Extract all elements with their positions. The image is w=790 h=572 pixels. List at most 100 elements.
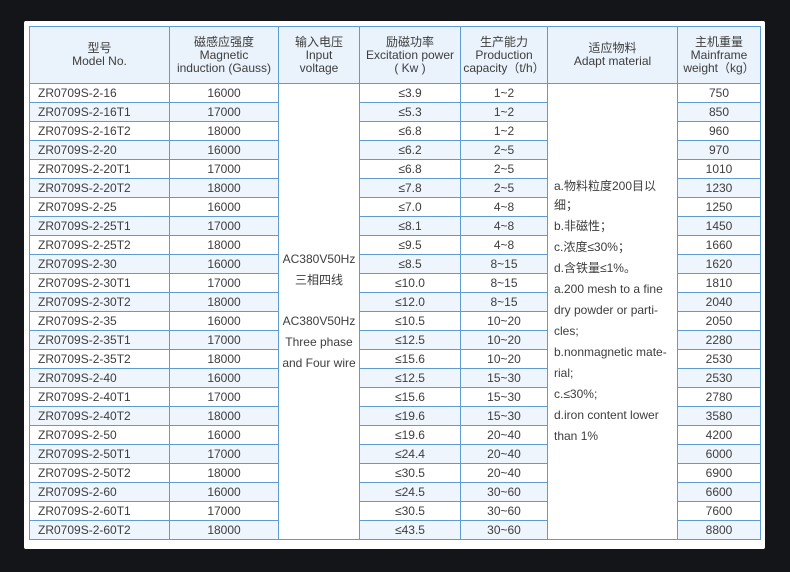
cell-weight: 2050 <box>677 311 761 331</box>
cell-weight: 8800 <box>677 520 761 540</box>
cell-model: ZR0709S-2-50T2 <box>29 463 170 483</box>
cell-capacity: 20~40 <box>460 463 548 483</box>
material-text-line: dry powder or parti- <box>554 303 659 317</box>
cell-model: ZR0709S-2-40 <box>29 368 170 388</box>
cell-capacity: 4~8 <box>460 216 548 236</box>
cell-power: ≤6.8 <box>359 159 461 179</box>
cell-induction: 16000 <box>169 368 279 388</box>
cell-capacity: 20~40 <box>460 444 548 464</box>
cell-weight: 2530 <box>677 368 761 388</box>
cell-model: ZR0709S-2-25T1 <box>29 216 170 236</box>
cell-capacity: 30~60 <box>460 520 548 540</box>
cell-induction: 17000 <box>169 444 279 464</box>
cell-power: ≤8.1 <box>359 216 461 236</box>
cell-capacity: 15~30 <box>460 387 548 407</box>
cell-induction: 18000 <box>169 121 279 141</box>
cell-power: ≤10.5 <box>359 311 461 331</box>
cell-capacity: 2~5 <box>460 140 548 160</box>
header-power: 励磁功率 Excitation power ( Kw ) <box>359 26 461 84</box>
header-capacity: 生产能力 Production capacity（t/h） <box>460 26 548 84</box>
header-model: 型号 Model No. <box>29 26 170 84</box>
cell-input-voltage: AC380V50Hz 三相四线 AC380V50Hz Three phase and F… <box>278 83 360 540</box>
cell-model: ZR0709S-2-60T2 <box>29 520 170 540</box>
cell-capacity: 15~30 <box>460 406 548 426</box>
cell-power: ≤3.9 <box>359 83 461 103</box>
cell-induction: 16000 <box>169 197 279 217</box>
cell-power: ≤12.5 <box>359 368 461 388</box>
cell-power: ≤12.0 <box>359 292 461 312</box>
material-text-line: d.含铁量≤1%。 <box>554 261 636 275</box>
cell-weight: 1250 <box>677 197 761 217</box>
cell-capacity: 2~5 <box>460 159 548 179</box>
cell-weight: 1660 <box>677 235 761 255</box>
cell-weight: 1450 <box>677 216 761 236</box>
cell-induction: 18000 <box>169 292 279 312</box>
cell-capacity: 4~8 <box>460 235 548 255</box>
cell-power: ≤10.0 <box>359 273 461 293</box>
material-text-line: b.非磁性； <box>554 219 613 233</box>
cell-induction: 17000 <box>169 102 279 122</box>
header-induction: 磁感应强度 Magnetic induction (Gauss) <box>169 26 279 84</box>
cell-weight: 1010 <box>677 159 761 179</box>
cell-power: ≤24.4 <box>359 444 461 464</box>
cell-power: ≤19.6 <box>359 425 461 445</box>
cell-model: ZR0709S-2-20T1 <box>29 159 170 179</box>
cell-induction: 17000 <box>169 216 279 236</box>
cell-power: ≤12.5 <box>359 330 461 350</box>
cell-model: ZR0709S-2-50 <box>29 425 170 445</box>
cell-adapt-material: a.物料粒度200目以细； b.非磁性； c.浓度≤30%； d.含铁量≤1%。 a.2… <box>547 83 678 540</box>
table-body: ZR0709S-2-16 16000 AC380V50Hz 三相四线 AC380V50H… <box>29 83 761 540</box>
cell-power: ≤19.6 <box>359 406 461 426</box>
cell-induction: 18000 <box>169 406 279 426</box>
cell-model: ZR0709S-2-50T1 <box>29 444 170 464</box>
cell-capacity: 20~40 <box>460 425 548 445</box>
header-material: 适应物料 Adapt material <box>547 26 678 84</box>
cell-weight: 3580 <box>677 406 761 426</box>
cell-model: ZR0709S-2-30 <box>29 254 170 274</box>
header-voltage: 输入电压 Input voltage <box>278 26 360 84</box>
cell-model: ZR0709S-2-25 <box>29 197 170 217</box>
cell-induction: 16000 <box>169 83 279 103</box>
cell-capacity: 10~20 <box>460 311 548 331</box>
material-text-line: a.200 mesh to a fine <box>554 282 663 296</box>
cell-model: ZR0709S-2-60T1 <box>29 501 170 521</box>
cell-weight: 6600 <box>677 482 761 502</box>
material-text-line: b.nonmagnetic mate- <box>554 345 667 359</box>
voltage-text-line: 三相四线 <box>294 273 343 287</box>
cell-capacity: 8~15 <box>460 254 548 274</box>
cell-power: ≤9.5 <box>359 235 461 255</box>
cell-induction: 16000 <box>169 482 279 502</box>
cell-weight: 750 <box>677 83 761 103</box>
cell-weight: 2280 <box>677 330 761 350</box>
cell-model: ZR0709S-2-35T2 <box>29 349 170 369</box>
cell-capacity: 1~2 <box>460 83 548 103</box>
cell-induction: 16000 <box>169 425 279 445</box>
voltage-text-line: AC380V50Hz <box>282 252 356 266</box>
material-text-line: than 1% <box>554 429 599 443</box>
voltage-text-line: AC380V50Hz <box>282 314 356 328</box>
cell-capacity: 8~15 <box>460 292 548 312</box>
cell-capacity: 8~15 <box>460 273 548 293</box>
cell-induction: 16000 <box>169 254 279 274</box>
cell-power: ≤7.8 <box>359 178 461 198</box>
cell-induction: 18000 <box>169 349 279 369</box>
cell-weight: 850 <box>677 102 761 122</box>
cell-weight: 7600 <box>677 501 761 521</box>
cell-induction: 17000 <box>169 330 279 350</box>
cell-model: ZR0709S-2-25T2 <box>29 235 170 255</box>
cell-model: ZR0709S-2-35 <box>29 311 170 331</box>
cell-model: ZR0709S-2-60 <box>29 482 170 502</box>
cell-capacity: 4~8 <box>460 197 548 217</box>
cell-power: ≤8.5 <box>359 254 461 274</box>
cell-weight: 2040 <box>677 292 761 312</box>
cell-power: ≤6.2 <box>359 140 461 160</box>
cell-power: ≤43.5 <box>359 520 461 540</box>
cell-induction: 18000 <box>169 178 279 198</box>
cell-weight: 2530 <box>677 349 761 369</box>
cell-model: ZR0709S-2-16 <box>29 83 170 103</box>
cell-capacity: 30~60 <box>460 501 548 521</box>
cell-power: ≤15.6 <box>359 387 461 407</box>
spec-sheet-frame: 型号 Model No. 磁感应强度 Magnetic induction (G… <box>24 21 765 549</box>
cell-weight: 1810 <box>677 273 761 293</box>
cell-power: ≤5.3 <box>359 102 461 122</box>
